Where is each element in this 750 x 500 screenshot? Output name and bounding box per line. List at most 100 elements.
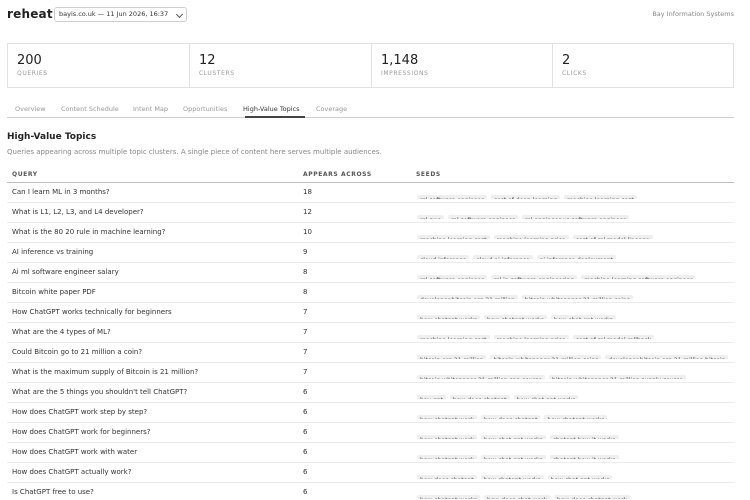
seeds-cell: cloud inferencecloud ai inferenceai infe… xyxy=(417,247,734,259)
table-row[interactable]: What is L1, L2, L3, and L4 developer? 12 m… xyxy=(7,203,734,223)
seed-tag[interactable]: how chat gpt works xyxy=(480,455,546,459)
query-cell: How does ChatGPT actually work? xyxy=(12,468,132,476)
stat-clusters: 12 CLUSTERS xyxy=(190,44,372,87)
seed-tag[interactable]: machine learning price xyxy=(493,335,569,339)
seed-tag[interactable]: chatgpt how it works xyxy=(549,455,619,459)
seed-tag[interactable]: how does chatgpt xyxy=(480,415,541,419)
seed-tag[interactable]: cost of ml model rollback xyxy=(572,335,655,339)
table-row[interactable]: What are the 4 types of ML? 7 machine lear… xyxy=(7,323,734,343)
table-row[interactable]: AI inference vs training 9 cloud inference… xyxy=(7,243,734,263)
table-header: QUERY APPEARS ACROSS SEEDS xyxy=(7,166,734,183)
table-row[interactable]: Ai ml software engineer salary 8 ml softwa… xyxy=(7,263,734,283)
seed-tag[interactable]: bitcoin whitepaper 21 million cap source xyxy=(417,375,546,379)
seed-tag[interactable]: machine learning software engineer xyxy=(581,275,696,279)
seed-tag[interactable]: machine learning cost xyxy=(417,335,490,339)
chevron-down-icon xyxy=(176,10,184,19)
table-row[interactable]: How does ChatGPT work with water 6 how cha… xyxy=(7,443,734,463)
tab-overview[interactable]: Overview xyxy=(15,105,46,113)
seed-tag[interactable]: developer.bitcoin.org 21 million bitcoin xyxy=(605,355,729,359)
tab-high-value-topics[interactable]: High-Value Topics xyxy=(243,105,300,113)
more-seeds-ellipsis: ... xyxy=(690,377,696,379)
seed-tag[interactable]: cloud inference xyxy=(417,255,470,259)
site-selector[interactable]: bayis.co.uk — 11 Jun 2026, 16:37 xyxy=(54,7,188,22)
stat-label: QUERIES xyxy=(17,70,48,77)
tab-content-schedule[interactable]: Content Schedule xyxy=(61,105,119,113)
seed-tag[interactable]: ml software engineer xyxy=(417,275,487,279)
seed-tag[interactable]: ai inference deployment xyxy=(536,255,616,259)
seed-tag[interactable]: how chat gpt works xyxy=(547,475,613,479)
seed-tag[interactable]: how chatgpt works xyxy=(544,415,608,419)
seed-tag[interactable]: how chatgpt works xyxy=(480,475,544,479)
column-header-query[interactable]: QUERY xyxy=(12,171,38,178)
query-cell: How does ChatGPT work for beginners? xyxy=(12,428,151,436)
column-header-seeds[interactable]: SEEDS xyxy=(416,171,441,178)
seeds-cell: bitcoin whitepaper 21 million cap source… xyxy=(417,367,734,379)
seed-tag[interactable]: bay gpt xyxy=(417,395,446,399)
tab-coverage[interactable]: Coverage xyxy=(316,105,347,113)
seed-tag[interactable]: machine learning cost xyxy=(417,235,490,239)
seed-tag[interactable]: how does chatgpt work xyxy=(554,495,631,499)
seed-tag[interactable]: developer.bitcoin.org 21 million xyxy=(417,295,518,299)
tab-intent-map[interactable]: Intent Map xyxy=(133,105,168,113)
appears-across-cell: 10 xyxy=(303,228,312,236)
query-cell: What are the 4 types of ML? xyxy=(12,328,111,336)
stat-label: CLUSTERS xyxy=(199,70,235,77)
table-row[interactable]: Can I learn ML in 3 months? 18 ml software… xyxy=(7,183,734,203)
appears-across-cell: 12 xyxy=(303,208,312,216)
site-selector-label: bayis.co.uk — 11 Jun 2026, 16:37 xyxy=(59,10,169,18)
table-row[interactable]: How does ChatGPT actually work? 6 how does… xyxy=(7,463,734,483)
seed-tag[interactable]: how chatgpt work xyxy=(417,415,477,419)
seed-tag[interactable]: how does chat work xyxy=(483,495,551,499)
seed-tag[interactable]: bitcoin whitepaper 21 million supply sou… xyxy=(549,375,687,379)
app-logo[interactable]: reheat xyxy=(7,7,53,21)
seed-tag[interactable]: ml swe xyxy=(417,215,445,219)
seeds-cell: how chatgpt workhow chat gpt workschatgp… xyxy=(417,447,734,459)
table-row[interactable]: Could Bitcoin go to 21 million a coin? 7 b… xyxy=(7,343,734,363)
query-cell: How does ChatGPT work with water xyxy=(12,448,138,456)
seed-tag[interactable]: how chatgpt works xyxy=(483,315,547,319)
seed-tag[interactable]: how chat gpt works xyxy=(513,395,579,399)
seed-tag[interactable]: ml software engineer xyxy=(417,195,487,199)
seed-tag[interactable]: how chatgpt work xyxy=(417,435,477,439)
seeds-cell: machine learning costmachine learning pr… xyxy=(417,327,734,339)
tab-opportunities[interactable]: Opportunities xyxy=(183,105,227,113)
seed-tag[interactable]: how chat gpt works xyxy=(480,435,546,439)
appears-across-cell: 6 xyxy=(303,428,308,436)
query-cell: How does ChatGPT work step by step? xyxy=(12,408,148,416)
seed-tag[interactable]: ml in software engineering xyxy=(490,275,578,279)
table-row[interactable]: What are the 5 things you shouldn't tell… xyxy=(7,383,734,403)
table-row[interactable]: How ChatGPT works technically for beginn… xyxy=(7,303,734,323)
seed-tag[interactable]: chatgpt how it works xyxy=(549,435,619,439)
table-row[interactable]: Bitcoin white paper PDF 8 developer.bitcoi… xyxy=(7,283,734,303)
seed-tag[interactable]: how chatgpt works xyxy=(417,495,480,499)
seed-tag[interactable]: ml software engineer xyxy=(448,215,518,219)
table-row[interactable]: What is the 80 20 rule in machine learni… xyxy=(7,223,734,243)
query-cell: Is ChatGPT free to use? xyxy=(12,488,94,496)
seed-tag[interactable]: how chatgpt work xyxy=(417,455,477,459)
seed-tag[interactable]: bitcoin.org 21 million xyxy=(417,355,487,359)
table-row[interactable]: Is ChatGPT free to use? 6 how chatgpt work… xyxy=(7,483,734,500)
table-row[interactable]: How does ChatGPT work for beginners? 6 how… xyxy=(7,423,734,443)
seeds-cell: how chatgpt workhow does chatgpthow chat… xyxy=(417,407,734,419)
table-row[interactable]: How does ChatGPT work step by step? 6 how … xyxy=(7,403,734,423)
seed-tag[interactable]: bitcoin whitepaper 21 million coins xyxy=(490,355,602,359)
seed-tag[interactable]: how chat gpt works xyxy=(550,315,616,319)
seed-tag[interactable]: how chatgpt works xyxy=(417,315,480,319)
seed-tag[interactable]: bitcoin whitepaper 21 million coins xyxy=(521,295,633,299)
seed-tag[interactable]: machine learning price xyxy=(493,235,569,239)
stat-queries: 200 QUERIES xyxy=(8,44,190,87)
seed-tag[interactable]: cost of deep learning xyxy=(490,195,561,199)
seed-tag[interactable]: cloud ai inference xyxy=(473,255,533,259)
seed-tag[interactable]: machine learning cost xyxy=(564,195,637,199)
seeds-cell: developer.bitcoin.org 21 millionbitcoin … xyxy=(417,287,734,299)
seed-tag[interactable]: how does chatgpt xyxy=(449,395,510,399)
seed-tag[interactable]: how does chatgpt xyxy=(417,475,477,479)
column-header-appears-across[interactable]: APPEARS ACROSS xyxy=(303,171,372,178)
seed-tag[interactable]: ml engineer vs software engineer xyxy=(521,215,629,219)
appears-across-cell: 8 xyxy=(303,288,308,296)
seed-tag[interactable]: cost of ml model lineage xyxy=(572,235,653,239)
query-cell: How ChatGPT works technically for beginn… xyxy=(12,308,172,316)
appears-across-cell: 6 xyxy=(303,488,308,496)
stat-impressions: 1,148 IMPRESSIONS xyxy=(372,44,553,87)
table-row[interactable]: What is the maximum supply of Bitcoin is… xyxy=(7,363,734,383)
